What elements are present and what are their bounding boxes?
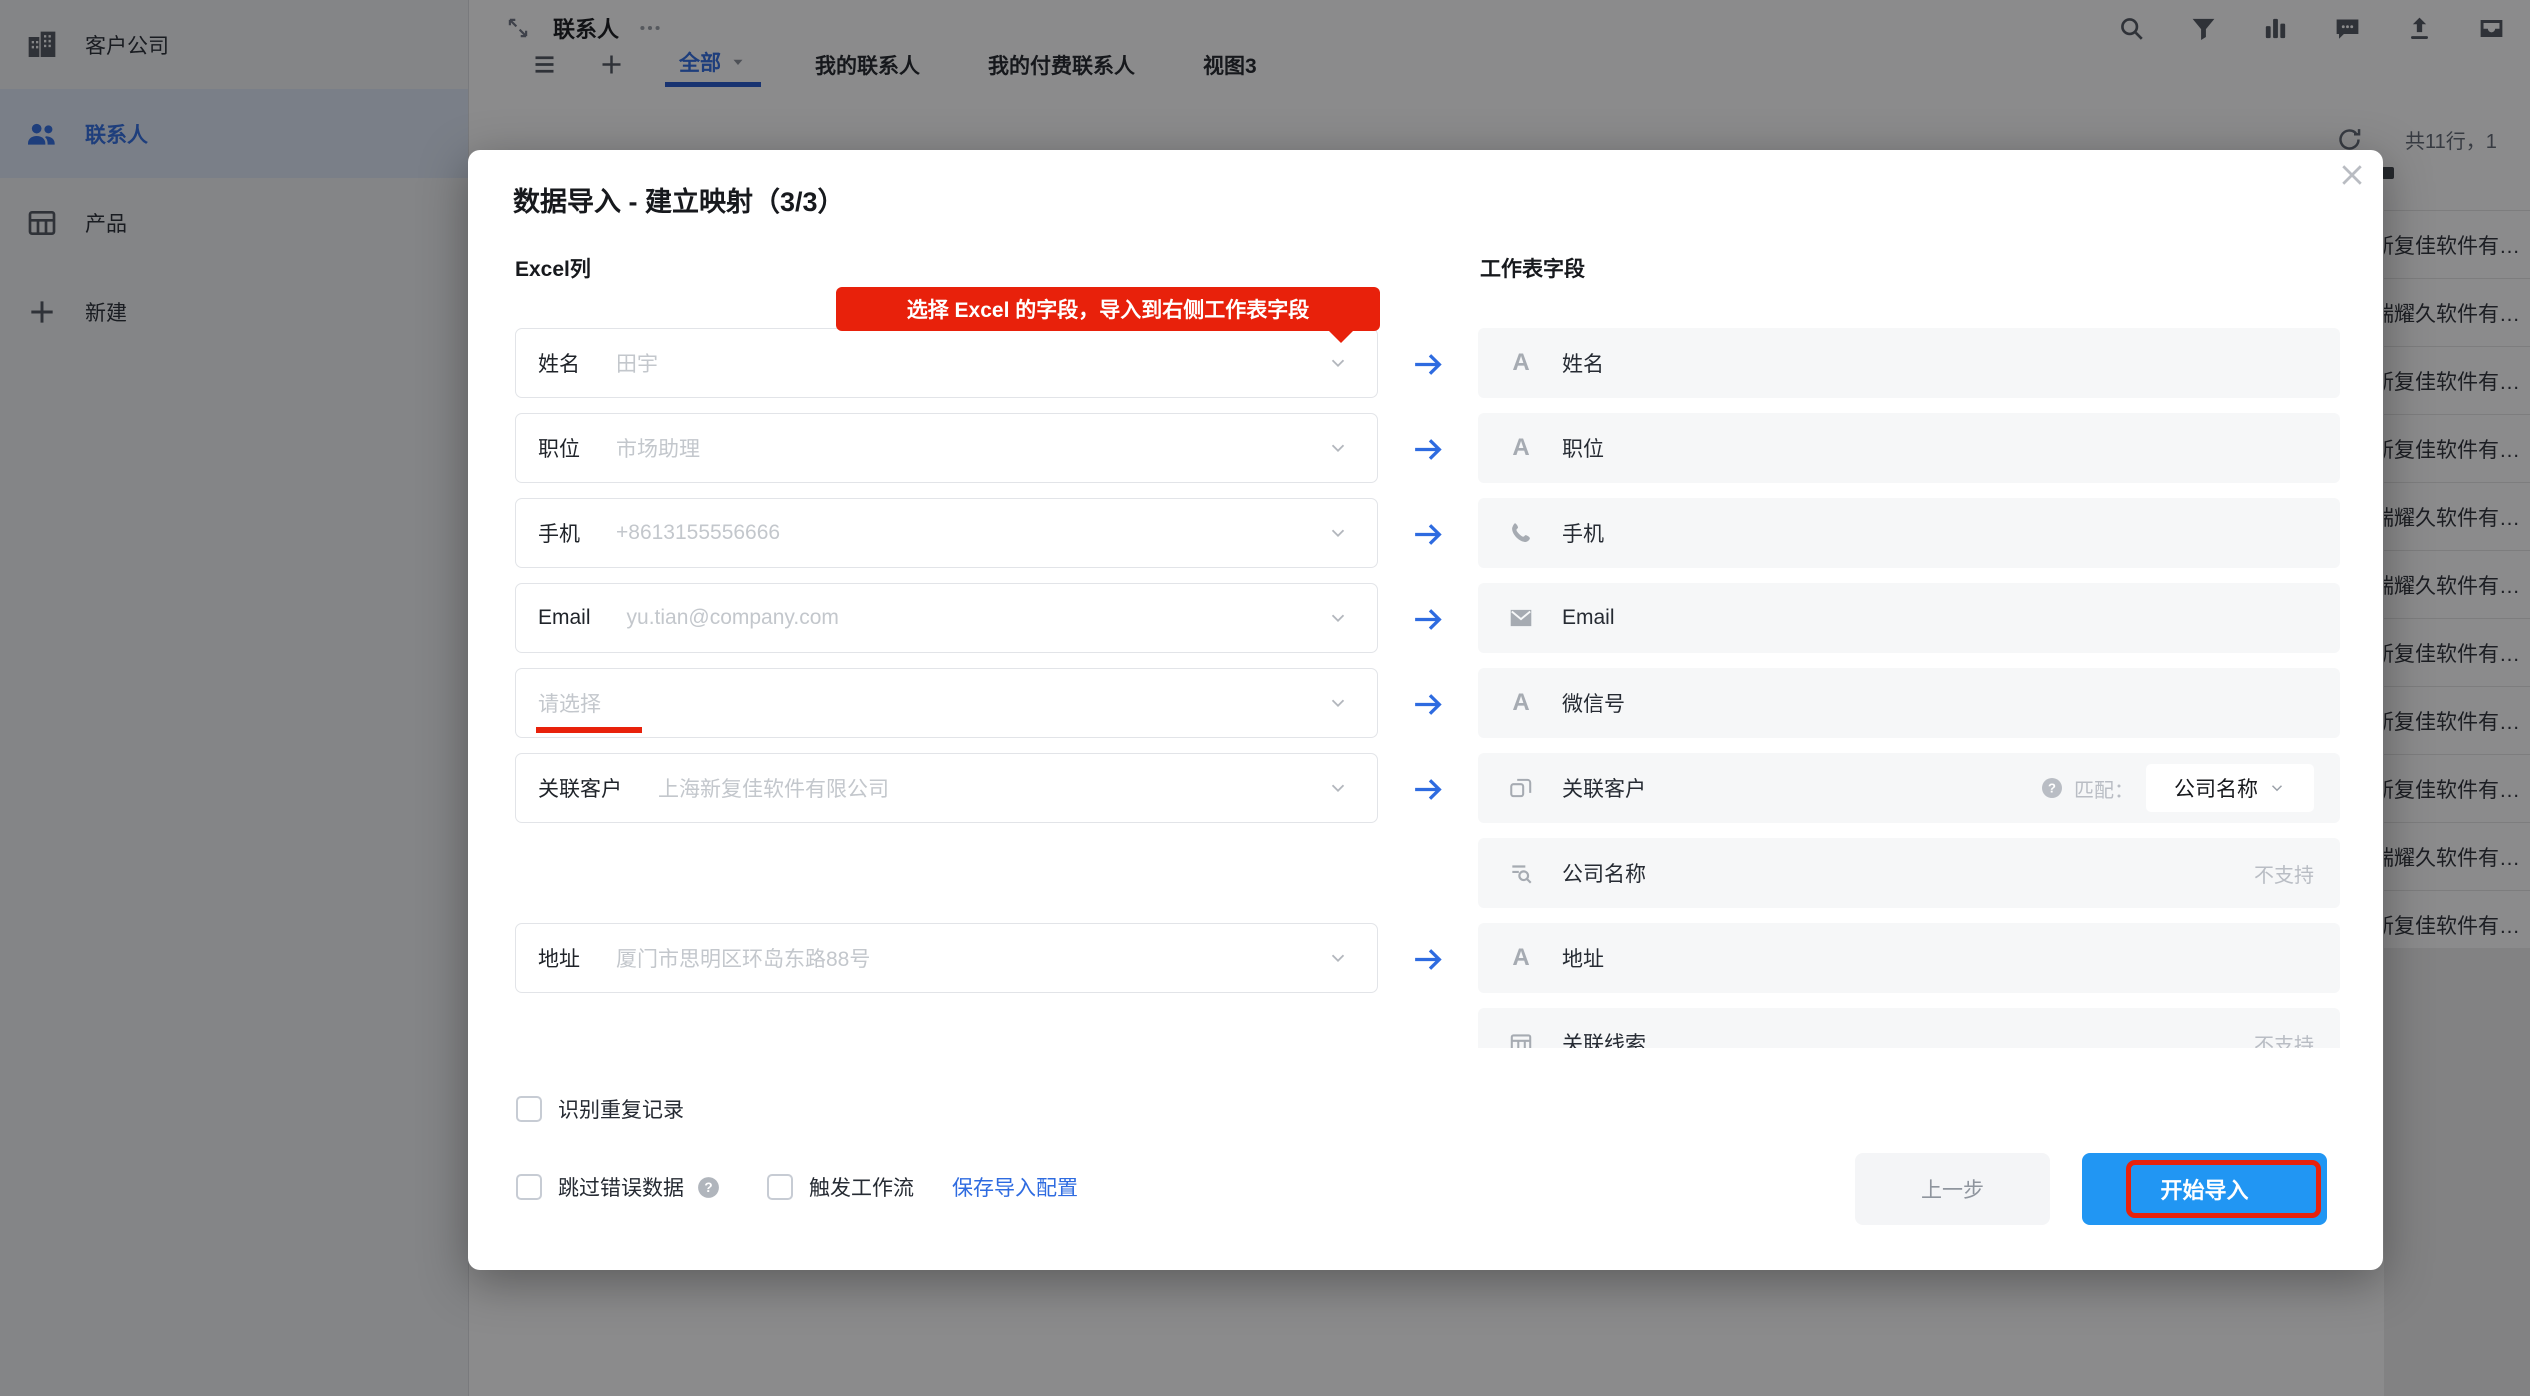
excel-column-select[interactable]: Email yu.tian@company.com	[515, 583, 1378, 653]
annotation-tooltip: 选择 Excel 的字段，导入到右侧工作表字段	[836, 287, 1380, 331]
excel-column-value: yu.tian@company.com	[627, 606, 839, 630]
excel-column-label: 关联客户	[538, 773, 622, 803]
match-group: ? 匹配： 公司名称	[2040, 764, 2314, 812]
sheet-fields-header: 工作表字段	[1480, 253, 1585, 283]
modal-title: 数据导入 - 建立映射（3/3）	[513, 180, 845, 219]
excel-column-value: 请选择	[538, 688, 601, 718]
arrow-right-icon	[1411, 773, 1444, 806]
svg-text:?: ?	[2048, 781, 2056, 796]
sheet-field-row: A 职位	[1478, 413, 2340, 483]
data-import-modal: 数据导入 - 建立映射（3/3） Excel列 工作表字段 选择 Excel 的…	[468, 150, 2383, 1270]
phone-icon	[1508, 520, 1534, 546]
chevron-icon	[2268, 779, 2286, 797]
arrow-right-icon	[1411, 518, 1444, 551]
close-icon[interactable]	[2337, 160, 2367, 190]
sheet-field-label: 手机	[1562, 518, 1604, 548]
excel-column-label: 地址	[538, 943, 580, 973]
sheet-field-label: 公司名称	[1562, 858, 1646, 888]
chevron-icon	[1327, 522, 1349, 544]
sheet-field-row: 关联线索 不支持	[1478, 1008, 2340, 1048]
svg-text:?: ?	[704, 1180, 712, 1195]
excel-column-value: +8613155556666	[616, 521, 780, 545]
app-root: 客户公司 联系人 产品 新建 联系人	[0, 0, 2530, 1396]
sheet-field-label: 地址	[1562, 943, 1604, 973]
match-label: 匹配：	[2074, 774, 2134, 803]
arrow-right-icon	[1411, 943, 1444, 976]
excel-column-label: 姓名	[538, 348, 580, 378]
skip-errors-checkbox[interactable]	[516, 1174, 542, 1200]
excel-column-label: 手机	[538, 518, 580, 548]
chevron-icon	[1327, 692, 1349, 714]
excel-column-value: 田宇	[616, 348, 658, 378]
arrow-right-icon	[1411, 348, 1444, 381]
excel-column-label: 职位	[538, 433, 580, 463]
help-icon[interactable]: ?	[696, 1175, 721, 1200]
sheet-field-row: A 地址	[1478, 923, 2340, 993]
sheet-fields-list: A 姓名 A 职位 手机	[1478, 328, 2340, 1048]
sheet-field-label: 关联线索	[1562, 1028, 1646, 1048]
excel-column-label: Email	[538, 606, 591, 630]
excel-column-select[interactable]: 请选择	[515, 668, 1378, 738]
excel-column-value: 厦门市思明区环岛东路88号	[616, 943, 870, 973]
excel-column-value: 上海新复佳软件有限公司	[658, 773, 889, 803]
arrow-right-icon	[1411, 433, 1444, 466]
not-supported-text: 不支持	[2254, 859, 2314, 888]
trigger-workflow-label: 触发工作流	[809, 1172, 914, 1202]
dedupe-checkbox[interactable]	[516, 1096, 542, 1122]
previous-step-button[interactable]: 上一步	[1855, 1153, 2050, 1225]
sheet-field-row: 关联客户 ? 匹配： 公司名称	[1478, 753, 2340, 823]
chevron-icon	[1327, 777, 1349, 799]
sheet-field-label: 微信号	[1562, 688, 1625, 718]
chevron-icon	[1327, 947, 1349, 969]
lookup-icon	[1508, 860, 1534, 886]
annotation-highlight-box	[2126, 1160, 2321, 1218]
sheet-field-row: A 姓名	[1478, 328, 2340, 398]
gridsm-icon	[1508, 1030, 1534, 1048]
sheet-field-label: 姓名	[1562, 348, 1604, 378]
excel-column-select[interactable]: 关联客户 上海新复佳软件有限公司	[515, 753, 1378, 823]
arrow-right-icon	[1411, 603, 1444, 636]
text-icon: A	[1508, 435, 1534, 461]
sheet-field-label: 职位	[1562, 433, 1604, 463]
annotation-underline	[536, 727, 642, 733]
chevron-icon	[1327, 437, 1349, 459]
excel-columns-list: 姓名 田宇 职位 市场助理 手机 +8613155556666	[515, 328, 1378, 993]
excel-columns-header: Excel列	[515, 253, 591, 283]
excel-column-select[interactable]: 姓名 田宇	[515, 328, 1378, 398]
match-field-value: 公司名称	[2174, 773, 2258, 803]
save-import-config-link[interactable]: 保存导入配置	[952, 1172, 1078, 1202]
not-supported-text: 不支持	[2254, 1029, 2314, 1049]
start-import-button[interactable]: 开始导入	[2082, 1153, 2327, 1225]
dedupe-label: 识别重复记录	[558, 1094, 684, 1124]
text-icon: A	[1508, 690, 1534, 716]
text-icon: A	[1508, 945, 1534, 971]
excel-column-value: 市场助理	[616, 433, 700, 463]
sheet-field-row: 手机	[1478, 498, 2340, 568]
sheet-field-row: A 微信号	[1478, 668, 2340, 738]
sheet-field-row: 公司名称 不支持	[1478, 838, 2340, 908]
excel-column-select[interactable]: 手机 +8613155556666	[515, 498, 1378, 568]
trigger-workflow-checkbox[interactable]	[767, 1174, 793, 1200]
arrow-right-icon	[1411, 688, 1444, 721]
match-field-select[interactable]: 公司名称	[2146, 764, 2314, 812]
help-icon[interactable]: ?	[2040, 776, 2064, 800]
chevron-icon	[1327, 607, 1349, 629]
sheet-field-label: 关联客户	[1562, 773, 1646, 803]
skip-errors-label: 跳过错误数据	[558, 1172, 684, 1202]
sheet-field-row: Email	[1478, 583, 2340, 653]
sheet-field-label: Email	[1562, 606, 1615, 630]
text-icon: A	[1508, 350, 1534, 376]
import-options-row: 跳过错误数据 ? 触发工作流 保存导入配置	[516, 1172, 1078, 1202]
mail-icon	[1508, 605, 1534, 631]
dedupe-option: 识别重复记录	[516, 1094, 684, 1124]
link-icon	[1508, 775, 1534, 801]
excel-column-select[interactable]: 职位 市场助理	[515, 413, 1378, 483]
excel-column-select[interactable]: 地址 厦门市思明区环岛东路88号	[515, 923, 1378, 993]
